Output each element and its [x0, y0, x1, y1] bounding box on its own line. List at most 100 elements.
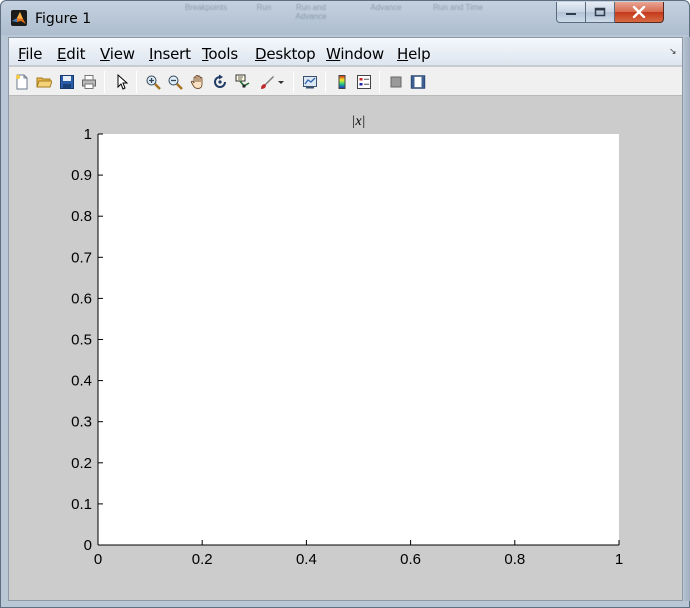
- rotate-3d-button[interactable]: [210, 72, 230, 92]
- close-icon: [632, 6, 646, 18]
- menu-file[interactable]: File: [18, 45, 43, 63]
- menu-label: nsert: [153, 45, 191, 63]
- zoom-in-icon: [146, 75, 161, 90]
- new-figure-button[interactable]: [12, 72, 32, 92]
- y-tick-label: 0.9: [71, 167, 92, 184]
- window-edge: [684, 37, 690, 601]
- title-bar[interactable]: Breakpoints Run Run and Advance Advance …: [1, 1, 689, 35]
- background-ribbon-ghost: Breakpoints Run Run and Advance Advance …: [171, 1, 531, 31]
- menu-window[interactable]: Window: [326, 45, 384, 63]
- menu-label: esktop: [266, 45, 316, 63]
- data-cursor-button[interactable]: [233, 72, 253, 92]
- hide-plot-tools-button[interactable]: [386, 72, 406, 92]
- zoom-in-button[interactable]: [143, 72, 163, 92]
- menu-label: ools: [208, 45, 238, 63]
- maximize-icon: [594, 7, 606, 17]
- menu-insert[interactable]: Insert: [149, 45, 191, 63]
- y-tick-label: 0.7: [71, 249, 92, 266]
- menu-bar: File Edit View Insert Tools Desktop Wind…: [9, 38, 682, 66]
- menu-accel: W: [326, 45, 341, 63]
- ghost-label: Breakpoints: [184, 3, 228, 12]
- figure-toolbar: [9, 67, 682, 96]
- x-tick-label: 1: [615, 551, 623, 568]
- toolbar-separator: [325, 71, 326, 93]
- y-tick-label: 0.3: [71, 414, 92, 431]
- printer-icon: [82, 75, 96, 89]
- edit-plot-button[interactable]: [112, 72, 132, 92]
- y-tick-label: 0.1: [71, 496, 92, 513]
- axes-background[interactable]: [98, 134, 619, 545]
- link-plot-icon: [303, 76, 317, 89]
- dock-arrow-icon[interactable]: ↘: [669, 46, 677, 57]
- menu-help[interactable]: Help: [397, 45, 431, 63]
- toolbar-separator: [136, 71, 137, 93]
- menu-label: ile: [25, 45, 43, 63]
- y-tick-label: 0.8: [71, 208, 92, 225]
- plot-area: 0 0.2 0.4 0.6 0.8 1 0 0.1 0.2 0.3 0.4 0.5 0.6 0.7 0.8 0…: [71, 114, 623, 568]
- menu-label: dit: [66, 45, 86, 63]
- brush-dropdown-button[interactable]: [276, 72, 286, 92]
- ghost-label: Run and Time: [433, 3, 483, 12]
- menu-label: elp: [408, 45, 431, 63]
- matlab-logo-icon[interactable]: [11, 10, 27, 26]
- show-tools-icon: [410, 75, 426, 89]
- folder-open-icon: [36, 77, 52, 88]
- insert-colorbar-button[interactable]: [332, 72, 352, 92]
- link-plot-button[interactable]: [300, 72, 320, 92]
- close-button[interactable]: [615, 2, 664, 23]
- menu-tools[interactable]: Tools: [202, 45, 238, 63]
- x-tick-label: 0.2: [192, 551, 213, 568]
- toolbar-separator: [293, 71, 294, 93]
- menu-accel: E: [57, 45, 67, 63]
- ghost-label: Run and Advance: [295, 3, 327, 21]
- menu-accel: V: [100, 45, 110, 63]
- menu-accel: D: [255, 45, 267, 63]
- pointer-arrow-icon: [117, 74, 129, 90]
- menu-view[interactable]: View: [100, 45, 135, 63]
- colorbar-icon: [338, 75, 346, 89]
- ghost-label: Run: [256, 3, 272, 12]
- hide-tools-icon: [390, 76, 402, 88]
- show-plot-tools-button[interactable]: [408, 72, 428, 92]
- y-tick-label: 0.6: [71, 290, 92, 307]
- legend-icon: [357, 75, 371, 89]
- brush-icon: [261, 76, 274, 89]
- y-tick-label: 1: [84, 126, 92, 143]
- x-tick-label: 0.8: [504, 551, 525, 568]
- figure-window: Breakpoints Run Run and Advance Advance …: [0, 0, 690, 608]
- minimize-icon: [566, 13, 576, 15]
- window-title: Figure 1: [35, 11, 92, 27]
- save-figure-button[interactable]: [57, 72, 77, 92]
- maximize-button[interactable]: [586, 2, 615, 23]
- print-figure-button[interactable]: [79, 72, 99, 92]
- data-cursor-icon: [235, 74, 250, 88]
- menu-label: indow: [340, 45, 384, 63]
- figure-canvas: 0 0.2 0.4 0.6 0.8 1 0 0.1 0.2 0.3 0.4 0.5 0.6 0.7 0.8 0…: [9, 97, 682, 600]
- insert-legend-button[interactable]: [354, 72, 374, 92]
- y-tick-label: 0.4: [71, 373, 92, 390]
- rotate-icon: [214, 74, 226, 88]
- open-file-button[interactable]: [34, 72, 54, 92]
- menu-edit[interactable]: Edit: [57, 45, 85, 63]
- hand-icon: [190, 75, 203, 89]
- menu-accel: H: [397, 45, 409, 63]
- x-tick-label: 0.6: [400, 551, 421, 568]
- new-document-icon: [15, 74, 28, 90]
- zoom-out-icon: [168, 75, 183, 90]
- brush-button[interactable]: [257, 72, 277, 92]
- menu-desktop[interactable]: Desktop: [255, 45, 316, 63]
- chevron-down-icon: [278, 81, 284, 84]
- x-tick-label: 0: [94, 551, 102, 568]
- toolbar-separator: [379, 71, 380, 93]
- pan-button[interactable]: [188, 72, 208, 92]
- zoom-out-button[interactable]: [165, 72, 185, 92]
- y-tick-label: 0.5: [71, 332, 92, 349]
- y-tick-label: 0.2: [71, 455, 92, 472]
- save-disk-icon: [60, 75, 74, 89]
- minimize-button[interactable]: [556, 2, 586, 23]
- axes-title: |x|: [352, 114, 366, 129]
- toolbar-separator: [104, 71, 105, 93]
- figure-client-area: File Edit View Insert Tools Desktop Wind…: [8, 37, 683, 601]
- menu-label: iew: [109, 45, 135, 63]
- x-tick-label: 0.4: [296, 551, 317, 568]
